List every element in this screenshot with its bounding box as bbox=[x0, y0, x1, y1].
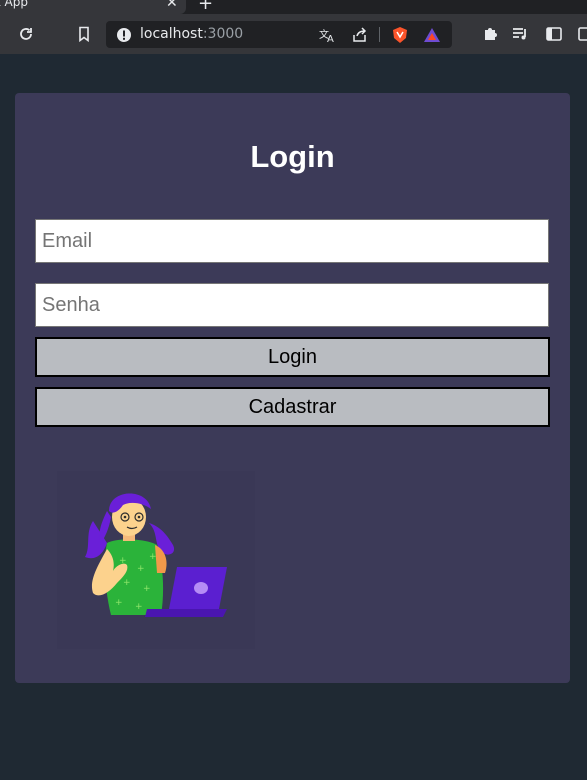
tab-title: t App bbox=[0, 0, 28, 9]
media-queue-icon[interactable] bbox=[511, 24, 531, 44]
url-port: :3000 bbox=[202, 26, 244, 42]
share-icon[interactable] bbox=[350, 25, 370, 45]
brave-rewards-icon[interactable] bbox=[422, 25, 442, 45]
url-text: localhost:3000 bbox=[140, 26, 243, 42]
new-tab-icon[interactable]: + bbox=[198, 0, 213, 14]
info-icon[interactable] bbox=[114, 25, 134, 45]
browser-tab[interactable]: t App ✕ bbox=[0, 0, 186, 14]
login-card: Login Login Cadastrar +++ ++++ bbox=[15, 93, 570, 683]
email-field[interactable] bbox=[35, 219, 549, 263]
translate-icon[interactable]: 文A bbox=[318, 25, 338, 45]
tab-strip: t App ✕ + bbox=[0, 0, 587, 14]
window-icon[interactable] bbox=[576, 24, 587, 44]
woman-with-laptop-illustration: + + + + + + + bbox=[57, 471, 257, 656]
svg-text:A: A bbox=[327, 34, 334, 43]
svg-text:+: + bbox=[135, 602, 143, 612]
password-field[interactable] bbox=[35, 283, 549, 327]
page-title: Login bbox=[250, 139, 335, 174]
svg-text:+: + bbox=[115, 598, 123, 608]
svg-text:+: + bbox=[143, 584, 151, 594]
divider bbox=[379, 27, 380, 42]
extensions-icon[interactable] bbox=[480, 24, 500, 44]
sidebar-icon[interactable] bbox=[544, 24, 564, 44]
bookmark-icon[interactable] bbox=[74, 24, 94, 44]
url-host: localhost bbox=[140, 26, 203, 42]
browser-toolbar: localhost:3000 文A bbox=[0, 14, 587, 54]
svg-text:+: + bbox=[123, 578, 131, 588]
address-bar[interactable]: localhost:3000 文A bbox=[106, 21, 452, 48]
brave-shield-icon[interactable] bbox=[390, 25, 410, 45]
svg-text:+: + bbox=[137, 564, 145, 574]
register-button[interactable]: Cadastrar bbox=[35, 387, 550, 427]
login-button[interactable]: Login bbox=[35, 337, 550, 377]
close-icon[interactable]: ✕ bbox=[166, 0, 178, 11]
reload-icon[interactable] bbox=[16, 24, 36, 44]
svg-text:+: + bbox=[149, 552, 157, 562]
